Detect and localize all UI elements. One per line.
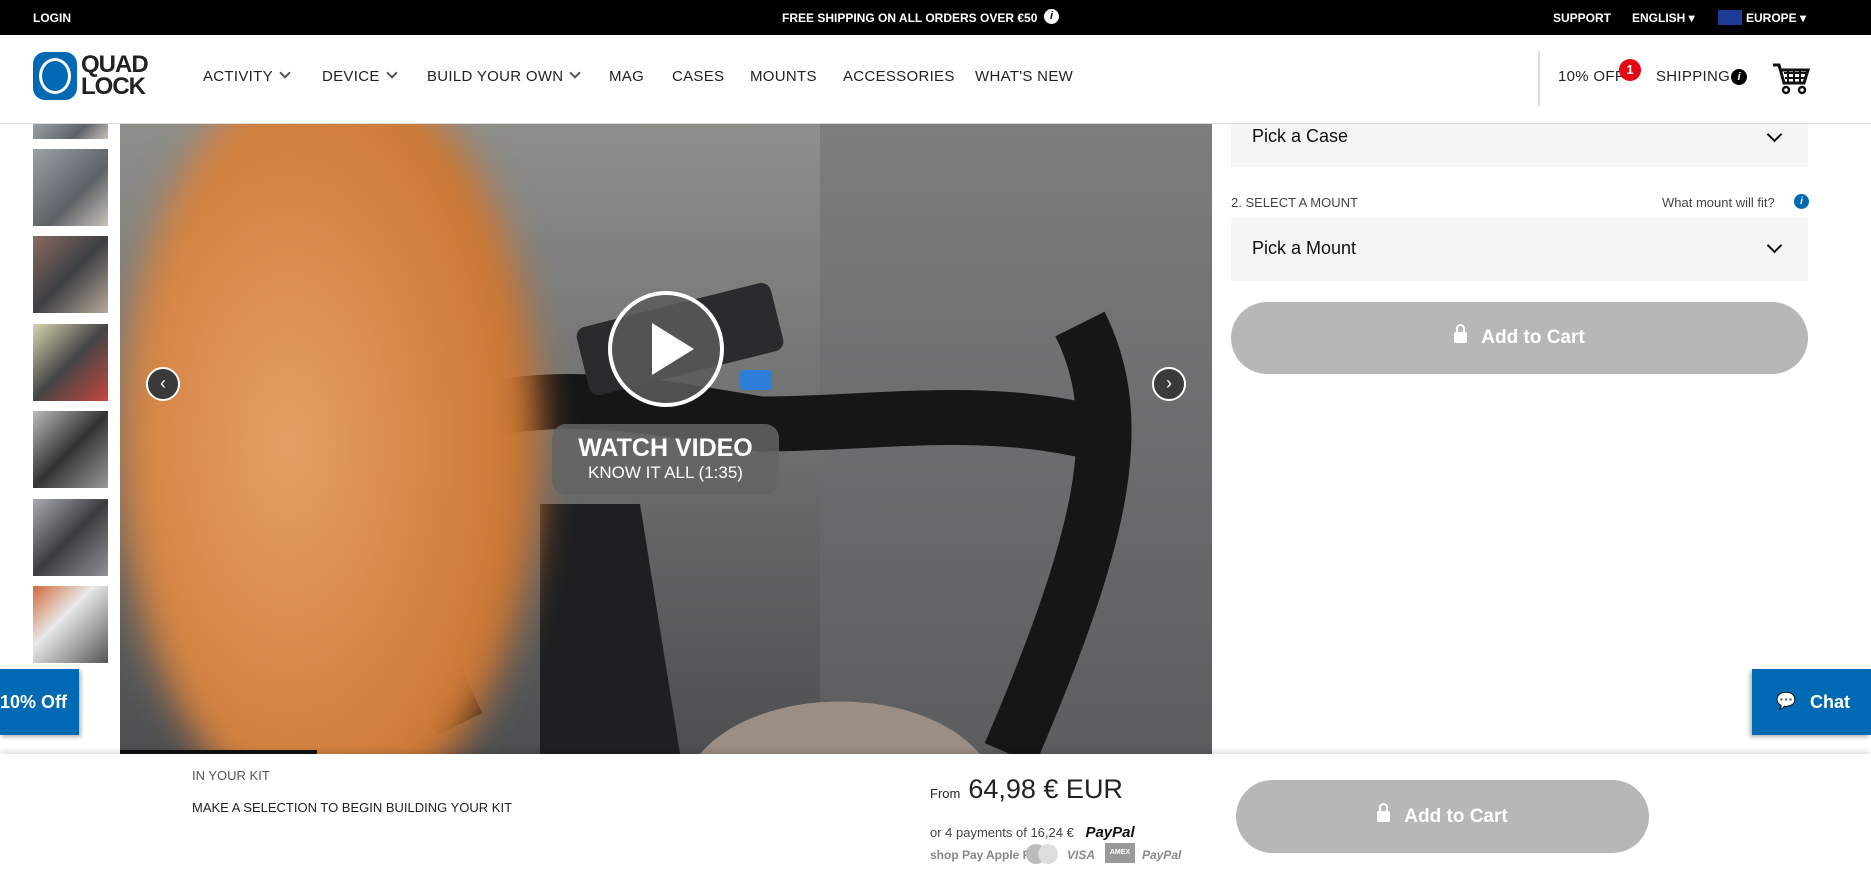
discount-tab-label: 10% Off xyxy=(0,692,67,712)
shipping-label: SHIPPING xyxy=(1656,68,1731,85)
visa-icon: VISA xyxy=(1067,848,1096,862)
thumbnail[interactable] xyxy=(33,149,108,226)
nav-build-your-own[interactable]: BUILD YOUR OWN xyxy=(427,67,582,85)
header: QUAD LOCK ACTIVITY DEVICE BUILD YOUR OWN… xyxy=(0,35,1871,124)
paypal-logo: PayPal xyxy=(1085,824,1135,841)
discount-badge: 1 xyxy=(1619,59,1641,81)
nav-mag[interactable]: MAG xyxy=(609,68,644,85)
installments-info[interactable]: or 4 payments of 16,24 € PayPal xyxy=(930,824,1135,841)
shipping-link[interactable]: SHIPPING xyxy=(1656,68,1730,85)
product-video[interactable]: WATCH VIDEO KNOW IT ALL (1:35) ‹ › xyxy=(120,124,1212,754)
mount-help-link[interactable]: What mount will fit? xyxy=(1662,195,1775,210)
shop-pay-icon: shop Pay xyxy=(930,848,984,862)
thumbnail[interactable] xyxy=(33,411,108,488)
thumbnail[interactable] xyxy=(33,324,108,401)
nav-label: BUILD YOUR OWN xyxy=(427,68,564,85)
region-selector[interactable]: EUROPE ▾ xyxy=(1746,11,1806,25)
thumbnail[interactable] xyxy=(33,236,108,313)
chat-button[interactable]: 💬 Chat xyxy=(1752,669,1871,735)
kit-message: MAKE A SELECTION TO BEGIN BUILDING YOUR … xyxy=(192,800,513,815)
chat-label: Chat xyxy=(1810,692,1850,712)
kit-price: From 64,98 € EUR xyxy=(930,774,1123,805)
case-select[interactable]: Pick a Case xyxy=(1231,124,1808,167)
discount-label: 10% OFF xyxy=(1558,68,1625,85)
mastercard-icon xyxy=(1026,844,1058,864)
nav-accessories[interactable]: ACCESSORIES xyxy=(843,68,955,85)
nav-device[interactable]: DEVICE xyxy=(322,67,398,85)
watch-video-title: WATCH VIDEO xyxy=(578,434,753,462)
watch-video-label[interactable]: WATCH VIDEO KNOW IT ALL (1:35) xyxy=(552,424,779,495)
language-selector[interactable]: ENGLISH ▾ xyxy=(1632,11,1695,25)
nav-whats-new[interactable]: WHAT'S NEW xyxy=(975,68,1073,85)
add-to-cart-label: Add to Cart xyxy=(1481,327,1585,348)
watch-video-subtitle: KNOW IT ALL (1:35) xyxy=(588,463,743,482)
play-icon xyxy=(652,323,694,375)
logo-icon xyxy=(33,52,77,100)
top-bar: LOGIN FREE SHIPPING ON ALL ORDERS OVER €… xyxy=(0,0,1871,35)
eu-flag-icon xyxy=(1718,10,1742,25)
nav-label: ACTIVITY xyxy=(203,68,273,85)
nav-mounts[interactable]: MOUNTS xyxy=(750,68,817,85)
mount-step-label: 2. SELECT A MOUNT xyxy=(1231,195,1358,210)
installments-text: or 4 payments of 16,24 € xyxy=(930,825,1074,840)
chat-icon: 💬 xyxy=(1776,693,1796,710)
add-to-cart-label: Add to Cart xyxy=(1404,806,1508,827)
nav-activity[interactable]: ACTIVITY xyxy=(203,67,291,85)
price-value: 64,98 € EUR xyxy=(968,774,1123,804)
kit-heading: IN YOUR KIT xyxy=(192,768,270,783)
info-icon[interactable]: i xyxy=(1794,194,1809,209)
lock-icon xyxy=(1377,803,1391,822)
next-slide-button[interactable]: › xyxy=(1152,367,1186,401)
nav-label: DEVICE xyxy=(322,68,380,85)
nav-cases[interactable]: CASES xyxy=(672,68,724,85)
discount-link[interactable]: 10% OFF xyxy=(1558,68,1624,85)
chevron-down-icon xyxy=(1766,126,1783,143)
thumbnail[interactable] xyxy=(33,499,108,576)
info-icon[interactable]: i xyxy=(1731,69,1747,85)
login-link[interactable]: LOGIN xyxy=(33,11,71,25)
divider xyxy=(1538,51,1540,106)
region-label: EUROPE xyxy=(1746,11,1797,25)
amex-icon: AMEX xyxy=(1105,843,1135,863)
mount-select[interactable]: Pick a Mount xyxy=(1231,218,1808,281)
chevron-down-icon xyxy=(279,67,291,79)
prev-slide-button[interactable]: ‹ xyxy=(146,367,180,401)
chevron-down-icon xyxy=(1766,237,1783,254)
lock-icon xyxy=(1454,324,1468,343)
add-to-cart-button[interactable]: Add to Cart xyxy=(1231,302,1808,374)
thumbnail[interactable] xyxy=(33,586,108,663)
chevron-down-icon xyxy=(385,67,398,79)
discount-tab[interactable]: 10% Off xyxy=(0,669,79,735)
play-button[interactable] xyxy=(608,291,724,407)
info-icon[interactable]: i xyxy=(1044,9,1059,24)
mount-select-label: Pick a Mount xyxy=(1252,238,1357,258)
logo-text: QUAD LOCK xyxy=(81,51,149,100)
price-from-label: From xyxy=(930,786,961,801)
paypal-icon: PayPal xyxy=(1142,848,1182,862)
cart-icon[interactable] xyxy=(1772,63,1811,100)
chevron-down-icon xyxy=(569,67,582,79)
language-label: ENGLISH xyxy=(1632,11,1686,25)
logo[interactable]: QUAD LOCK xyxy=(33,52,161,100)
kit-add-to-cart-button[interactable]: Add to Cart xyxy=(1236,780,1649,853)
thumbnail[interactable] xyxy=(33,124,108,139)
case-select-label: Pick a Case xyxy=(1252,126,1349,146)
support-link[interactable]: SUPPORT xyxy=(1553,11,1611,25)
promo-text: FREE SHIPPING ON ALL ORDERS OVER €50 xyxy=(782,11,1038,25)
